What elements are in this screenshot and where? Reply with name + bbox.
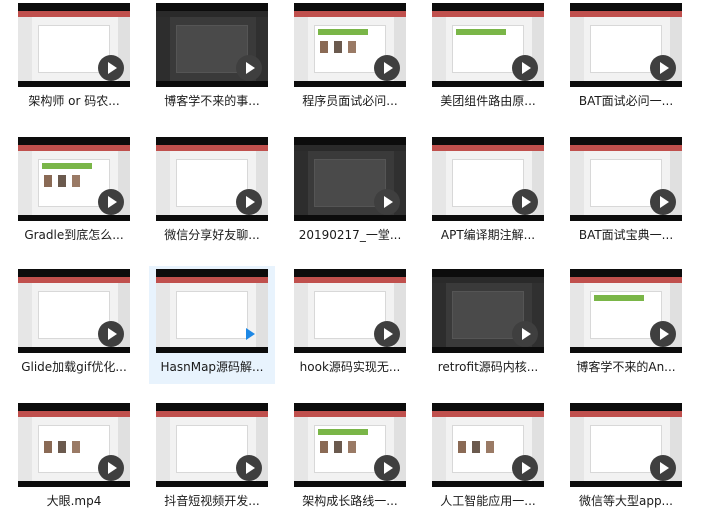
play-icon	[98, 55, 124, 81]
video-thumbnail	[294, 269, 406, 353]
file-name: Gradle到底怎么...	[24, 228, 124, 242]
video-thumbnail	[294, 137, 406, 221]
file-name: HasnMap源码解...	[160, 360, 264, 374]
video-file-item[interactable]: Glide加载gif优化...	[11, 266, 137, 384]
video-file-item[interactable]: APT编译期注解...	[425, 134, 551, 252]
play-icon	[98, 455, 124, 481]
play-icon	[512, 55, 538, 81]
play-icon	[374, 321, 400, 347]
video-file-item[interactable]: 架构成长路线一...	[287, 400, 413, 518]
file-name: hook源码实现无...	[299, 360, 401, 374]
file-name: 人工智能应用一...	[440, 494, 536, 508]
video-file-item[interactable]: 20190217_一堂...	[287, 134, 413, 252]
video-file-item[interactable]: 大眼.mp4	[11, 400, 137, 518]
video-file-item[interactable]: 程序员面试必问...	[287, 0, 413, 118]
play-icon	[374, 455, 400, 481]
video-file-item[interactable]: 博客学不来的事...	[149, 0, 275, 118]
video-file-item[interactable]: BAT面试必问一...	[563, 0, 689, 118]
play-icon	[650, 321, 676, 347]
file-name: Glide加载gif优化...	[21, 360, 127, 374]
video-thumbnail	[570, 137, 682, 221]
video-file-item[interactable]: retrofit源码内核...	[425, 266, 551, 384]
file-name: 20190217_一堂...	[298, 228, 402, 242]
video-thumbnail	[570, 269, 682, 353]
play-icon	[512, 455, 538, 481]
play-icon	[236, 55, 262, 81]
file-name: 架构成长路线一...	[302, 494, 398, 508]
video-thumbnail	[18, 269, 130, 353]
file-name: 大眼.mp4	[46, 494, 102, 508]
play-icon	[236, 189, 262, 215]
play-icon	[650, 189, 676, 215]
video-file-item-selected[interactable]: HasnMap源码解...	[149, 266, 275, 384]
video-file-item[interactable]: 抖音短视频开发...	[149, 400, 275, 518]
file-name: BAT面试宝典一...	[578, 228, 674, 242]
video-file-item[interactable]: 微信等大型app...	[563, 400, 689, 518]
video-thumbnail	[294, 3, 406, 87]
video-file-item[interactable]: hook源码实现无...	[287, 266, 413, 384]
play-icon	[236, 321, 262, 347]
video-file-item[interactable]: 微信分享好友聊...	[149, 134, 275, 252]
video-thumbnail	[18, 137, 130, 221]
video-thumbnail	[432, 3, 544, 87]
play-icon	[374, 55, 400, 81]
file-name: 博客学不来的事...	[164, 94, 260, 108]
video-thumbnail	[432, 269, 544, 353]
video-file-item[interactable]: 博客学不来的An...	[563, 266, 689, 384]
file-name: 微信分享好友聊...	[164, 228, 260, 242]
video-thumbnail	[156, 3, 268, 87]
play-icon	[98, 189, 124, 215]
video-thumbnail	[432, 137, 544, 221]
video-thumbnail	[156, 269, 268, 353]
play-icon	[236, 455, 262, 481]
play-icon	[650, 55, 676, 81]
file-name: 微信等大型app...	[578, 494, 674, 508]
file-name: retrofit源码内核...	[437, 360, 539, 374]
video-thumbnail	[156, 137, 268, 221]
video-thumbnail	[570, 3, 682, 87]
video-thumbnail	[570, 403, 682, 487]
video-thumbnail	[18, 403, 130, 487]
file-name: BAT面试必问一...	[578, 94, 674, 108]
video-file-item[interactable]: Gradle到底怎么...	[11, 134, 137, 252]
file-name: 美团组件路由原...	[440, 94, 536, 108]
file-grid: 架构师 or 码农... 博客学不来的事... 程序员面试必问... 美团组件路…	[0, 0, 711, 514]
file-name: 抖音短视频开发...	[164, 494, 260, 508]
video-thumbnail	[294, 403, 406, 487]
video-file-item[interactable]: BAT面试宝典一...	[563, 134, 689, 252]
play-icon	[98, 321, 124, 347]
play-icon	[512, 189, 538, 215]
file-name: 博客学不来的An...	[576, 360, 676, 374]
play-icon	[650, 455, 676, 481]
video-file-item[interactable]: 架构师 or 码农...	[11, 0, 137, 118]
video-file-item[interactable]: 人工智能应用一...	[425, 400, 551, 518]
play-icon	[374, 189, 400, 215]
video-file-item[interactable]: 美团组件路由原...	[425, 0, 551, 118]
play-icon	[512, 321, 538, 347]
file-name: APT编译期注解...	[440, 228, 536, 242]
video-thumbnail	[156, 403, 268, 487]
video-thumbnail	[432, 403, 544, 487]
file-name: 架构师 or 码农...	[28, 94, 120, 108]
file-name: 程序员面试必问...	[302, 94, 398, 108]
video-thumbnail	[18, 3, 130, 87]
